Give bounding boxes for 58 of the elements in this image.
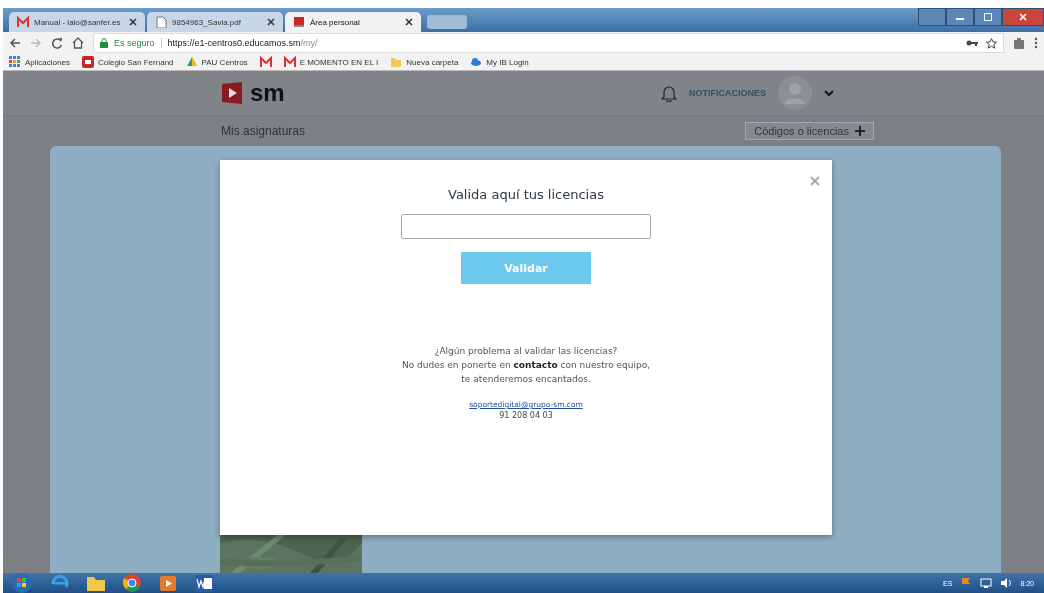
bookmark[interactable]: My IB Login xyxy=(470,56,529,68)
maximize-button[interactable] xyxy=(974,8,1002,26)
bookmark[interactable]: PAU Centros xyxy=(185,56,248,68)
back-icon xyxy=(9,37,21,49)
mail-icon xyxy=(17,16,29,28)
phone-number: 91 208 04 03 xyxy=(499,411,553,420)
network-icon xyxy=(980,577,993,589)
flag-icon xyxy=(293,16,305,28)
extension-icon xyxy=(1013,37,1025,49)
triangle-icon xyxy=(185,56,198,68)
address-field[interactable]: Es seguro https://e1-centros0.educamos.sm/my/ xyxy=(93,33,1004,53)
browser-tab[interactable]: 9854963_Savia.pdf xyxy=(147,12,283,32)
browser-icon xyxy=(121,573,143,593)
forward-icon xyxy=(30,37,42,49)
play-logo-icon xyxy=(220,81,244,105)
cloud-icon xyxy=(470,56,483,68)
reload-icon xyxy=(51,37,63,49)
star-icon xyxy=(986,37,997,49)
dialog-title: Valida aquí tus licencias xyxy=(448,187,604,202)
codes-button[interactable]: Códigos o licencias xyxy=(745,122,874,140)
bookmark[interactable]: Colegio San Fernand xyxy=(81,56,174,68)
bookmark[interactable]: Aplicaciones xyxy=(9,56,70,68)
section-title: Mis asignaturas xyxy=(221,124,306,138)
menu-icon xyxy=(1034,37,1038,49)
close-icon xyxy=(810,176,820,186)
logo-text: sm xyxy=(250,79,285,107)
lock-icon xyxy=(100,38,108,48)
square-icon xyxy=(81,56,94,68)
folder-icon xyxy=(390,56,403,68)
plus-icon xyxy=(855,126,865,136)
home-icon xyxy=(72,37,84,49)
mail-icon xyxy=(283,56,296,68)
media-icon xyxy=(157,573,179,593)
close-icon xyxy=(129,18,137,26)
license-field[interactable] xyxy=(401,214,651,239)
volume-icon xyxy=(1000,577,1013,589)
avatar-icon xyxy=(778,76,812,110)
bookmark[interactable]: Nueva carpeta xyxy=(390,56,459,68)
browser-tab[interactable]: Manual - lalo@sanfer.es xyxy=(9,12,145,32)
chevron-down-icon xyxy=(824,89,834,97)
minimize-button[interactable] xyxy=(946,8,974,26)
url-text: https://e1-centros0.educamos.sm/my/ xyxy=(167,38,318,48)
bookmark[interactable]: E MOMENTO EN EL I xyxy=(283,56,379,68)
bell-icon xyxy=(661,84,677,102)
bookmark[interactable] xyxy=(259,56,272,68)
document-icon xyxy=(155,16,167,28)
apps-icon xyxy=(9,56,21,68)
close-icon xyxy=(267,18,275,26)
mail-icon xyxy=(259,56,272,68)
key-icon xyxy=(966,38,978,48)
maximize-icon xyxy=(984,13,992,21)
close-button[interactable] xyxy=(1002,8,1044,26)
close-icon xyxy=(1019,13,1027,21)
browser-tab[interactable]: Área personal xyxy=(285,12,421,32)
help-text: ¿Algún problema al validar las licencias? No dudes en ponerte en contacto con nuestro equipo, te atenderemos encantados. xyxy=(401,345,651,386)
close-icon xyxy=(405,18,413,26)
security-label: Es seguro xyxy=(114,38,162,48)
document-icon xyxy=(193,573,215,593)
